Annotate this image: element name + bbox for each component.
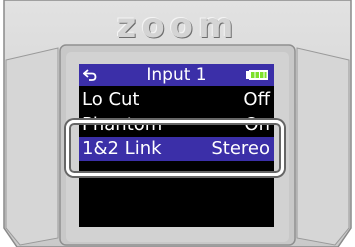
battery-icon [246,70,268,80]
menu-item-lo-cut[interactable]: Lo Cut Off [79,88,274,112]
brand-logo: zoom [116,6,239,46]
menu-item-value: Off [243,89,270,110]
menu-item-label: Lo Cut [82,89,140,110]
selection-highlight-frame [66,120,284,176]
screen-title: Input 1 [146,65,207,85]
screen-title-bar: Input 1 [79,64,274,86]
recorder-device: zoom Input 1 Lo Cut Off Phantom On 1&2 L… [0,0,355,247]
